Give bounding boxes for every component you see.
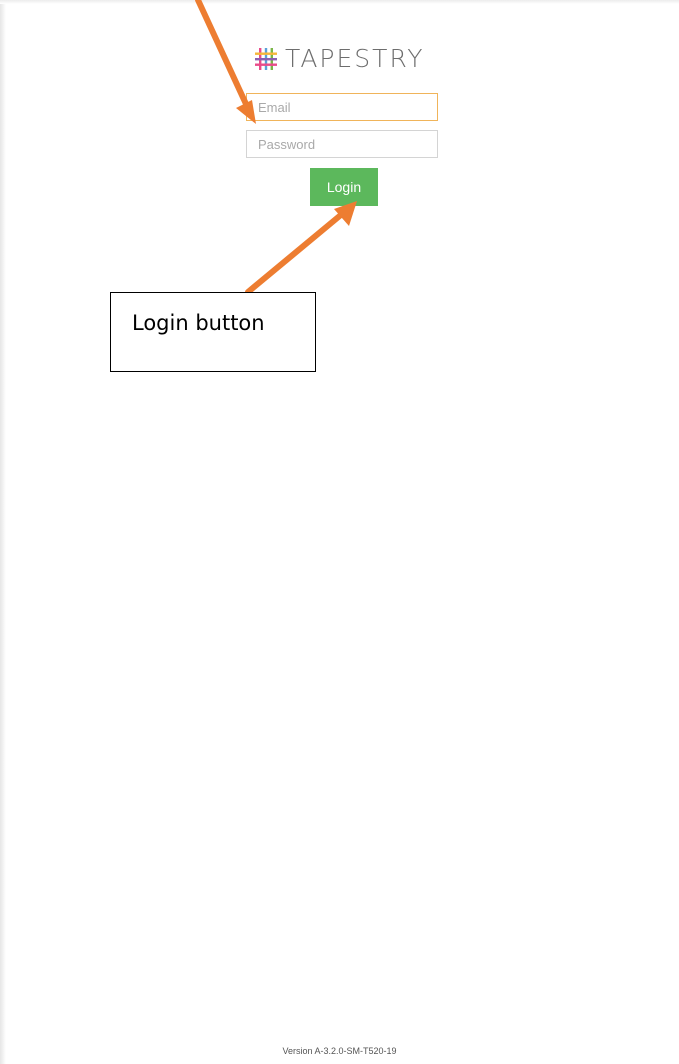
callout-label: Login button xyxy=(132,311,265,335)
version-label: Version A-3.2.0-SM-T520-19 xyxy=(282,1046,397,1056)
annotation-arrows xyxy=(195,0,357,295)
login-arrow xyxy=(245,201,357,295)
email-arrow xyxy=(195,0,256,124)
login-button-callout: Login button xyxy=(110,292,316,372)
